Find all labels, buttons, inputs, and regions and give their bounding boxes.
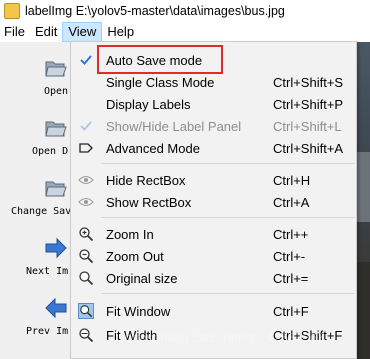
menu-item-label: Show/Hide Label Panel bbox=[106, 119, 242, 134]
menu-view[interactable]: View bbox=[62, 22, 103, 42]
window-title: labelImg E:\yolov5-master\data\images\bu… bbox=[25, 4, 285, 18]
zoom-reset-icon bbox=[78, 270, 94, 286]
folder-open-icon bbox=[45, 61, 67, 77]
left-toolbar: Open Open D Change Sav Next Im Prev Im bbox=[0, 42, 72, 359]
watermark-text: https://blog.csdn.net/qq_42587567 bbox=[125, 330, 325, 345]
annotation-highlight-box bbox=[97, 45, 223, 74]
menu-item-display-labels[interactable]: Display Labels Ctrl+Shift+P bbox=[72, 93, 356, 115]
menu-item-shortcut: Ctrl+F bbox=[273, 304, 309, 319]
menu-file[interactable]: File bbox=[0, 22, 30, 42]
menu-separator bbox=[101, 217, 355, 218]
menu-item-shortcut: Ctrl+Shift+L bbox=[273, 119, 342, 134]
menu-help[interactable]: Help bbox=[102, 22, 139, 42]
folder-open-icon bbox=[45, 121, 67, 137]
menu-item-hide-rectbox[interactable]: Hide RectBox Ctrl+H bbox=[72, 169, 356, 191]
open-label: Open bbox=[44, 86, 69, 97]
menu-item-single-class-mode[interactable]: Single Class Mode Ctrl+Shift+S bbox=[72, 71, 356, 93]
zoom-out-icon bbox=[78, 248, 94, 264]
menu-item-shortcut: Ctrl+Shift+S bbox=[273, 75, 344, 90]
menu-item-shortcut: Ctrl+H bbox=[273, 173, 311, 188]
checkmark-icon bbox=[78, 52, 94, 68]
open-dir-button[interactable]: Open D bbox=[0, 102, 70, 162]
folder-open-icon bbox=[45, 181, 67, 197]
menu-item-zoom-out[interactable]: Zoom Out Ctrl+- bbox=[72, 245, 356, 267]
menu-item-advanced-mode[interactable]: Advanced Mode Ctrl+Shift+A bbox=[72, 137, 356, 159]
title-bar: labelImg E:\yolov5-master\data\images\bu… bbox=[0, 0, 370, 22]
menu-item-show-rectbox[interactable]: Show RectBox Ctrl+A bbox=[72, 191, 356, 213]
change-save-dir-label: Change Sav bbox=[11, 206, 72, 217]
view-menu-dropdown: Auto Save mode Single Class Mode Ctrl+Sh… bbox=[70, 41, 357, 359]
menu-item-zoom-in[interactable]: Zoom In Ctrl++ bbox=[72, 223, 356, 245]
menu-item-shortcut: Ctrl+= bbox=[273, 271, 309, 286]
menu-item-label: Hide RectBox bbox=[106, 173, 186, 188]
change-save-dir-button[interactable]: Change Sav bbox=[0, 162, 72, 222]
arrow-left-icon bbox=[45, 297, 67, 319]
menu-edit[interactable]: Edit bbox=[30, 22, 62, 42]
menu-item-label: Original size bbox=[106, 271, 178, 286]
menu-item-show-hide-label-panel: Show/Hide Label Panel Ctrl+Shift+L bbox=[72, 115, 356, 137]
menu-bar: File Edit View Help bbox=[0, 22, 370, 42]
eye-icon bbox=[78, 194, 94, 210]
zoom-in-icon bbox=[78, 226, 94, 242]
menu-item-shortcut: Ctrl+Shift+A bbox=[273, 141, 344, 156]
menu-item-shortcut: Ctrl++ bbox=[273, 227, 309, 242]
arrow-right-icon bbox=[45, 237, 67, 259]
prev-image-button[interactable]: Prev Im bbox=[0, 282, 70, 342]
menu-separator bbox=[101, 293, 355, 294]
menu-item-shortcut: Ctrl+A bbox=[273, 195, 310, 210]
fit-width-icon bbox=[78, 327, 94, 343]
next-image-label: Next Im bbox=[26, 266, 69, 277]
checkmark-icon bbox=[78, 118, 94, 134]
eye-icon bbox=[78, 172, 94, 188]
app-icon bbox=[4, 3, 20, 19]
menu-item-label: Fit Window bbox=[106, 304, 171, 319]
menu-item-label: Show RectBox bbox=[106, 195, 192, 210]
fit-window-icon bbox=[78, 303, 94, 319]
open-dir-label: Open D bbox=[32, 146, 69, 157]
menu-item-label: Single Class Mode bbox=[106, 75, 215, 90]
next-image-button[interactable]: Next Im bbox=[0, 222, 70, 282]
menu-item-label: Display Labels bbox=[106, 97, 191, 112]
prev-image-label: Prev Im bbox=[26, 326, 69, 337]
menu-item-label: Advanced Mode bbox=[106, 141, 200, 156]
menu-item-shortcut: Ctrl+- bbox=[273, 249, 306, 264]
menu-item-label: Zoom In bbox=[106, 227, 154, 242]
tag-icon bbox=[78, 140, 94, 156]
menu-item-label: Zoom Out bbox=[106, 249, 164, 264]
menu-item-shortcut: Ctrl+Shift+P bbox=[273, 97, 344, 112]
menu-separator bbox=[101, 163, 355, 164]
menu-item-original-size[interactable]: Original size Ctrl+= bbox=[72, 267, 356, 289]
menu-item-fit-window[interactable]: Fit Window Ctrl+F bbox=[72, 300, 356, 322]
open-button[interactable]: Open bbox=[0, 42, 70, 102]
